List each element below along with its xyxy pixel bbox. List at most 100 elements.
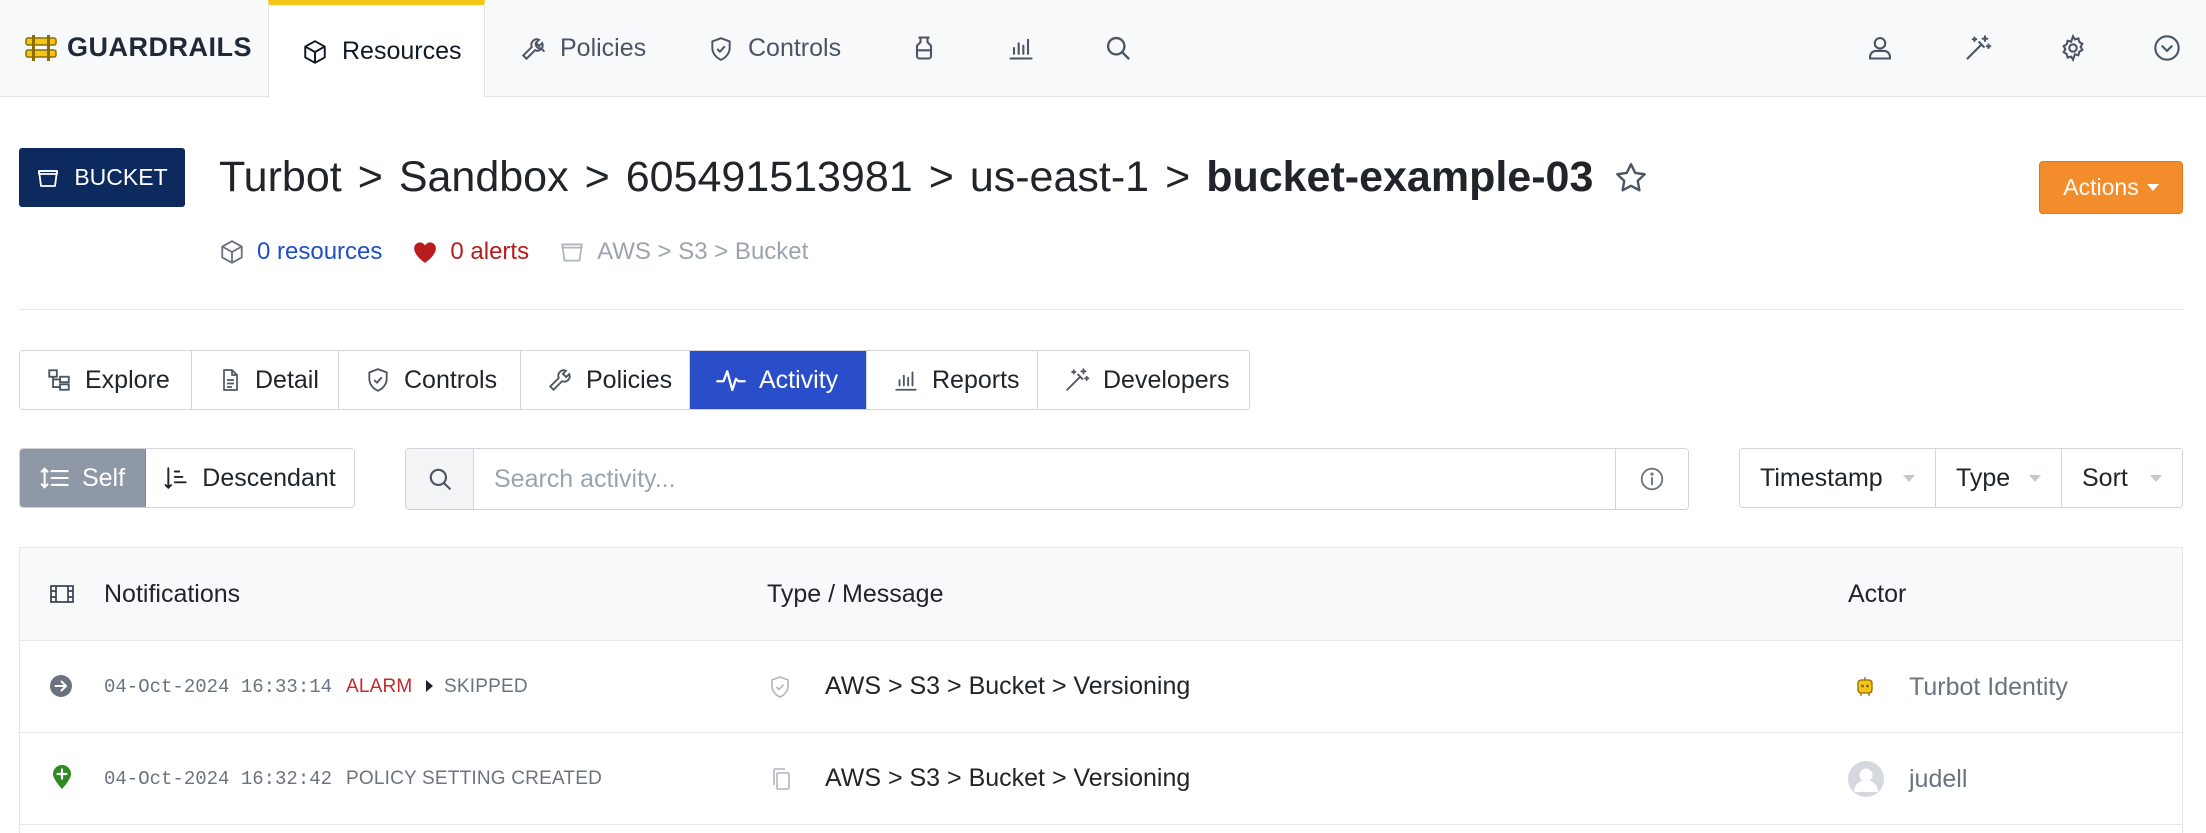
tab-label: Policies bbox=[586, 365, 673, 394]
bucket-icon bbox=[36, 166, 60, 190]
document-icon bbox=[218, 367, 242, 393]
control-state-skipped: SKIPPED bbox=[444, 676, 528, 697]
copy-icon bbox=[770, 766, 792, 792]
tab-controls[interactable]: Controls bbox=[339, 351, 521, 409]
resource-meta: 0 resources 0 alerts AWS > S3 > Bucket bbox=[219, 238, 838, 266]
resource-tabs: Explore Detail Controls Policies Activit… bbox=[19, 350, 1250, 410]
caret-down-icon bbox=[2029, 474, 2041, 482]
sort-dropdown[interactable]: Sort bbox=[2062, 449, 2182, 507]
event-type: POLICY SETTING CREATED bbox=[346, 768, 603, 789]
nav-tab-label: Controls bbox=[748, 34, 842, 62]
caret-down-icon bbox=[2146, 184, 2159, 191]
breadcrumb-item-sandbox[interactable]: Sandbox bbox=[399, 153, 569, 202]
shield-check-icon bbox=[365, 367, 391, 393]
breadcrumb-item-account[interactable]: 605491513981 bbox=[626, 153, 913, 202]
film-icon bbox=[49, 583, 75, 605]
chevron-down-circle-icon[interactable] bbox=[2153, 34, 2183, 64]
type-dropdown[interactable]: Type bbox=[1936, 449, 2062, 507]
tab-detail[interactable]: Detail bbox=[192, 351, 339, 409]
nav-tab-label: Policies bbox=[560, 34, 647, 62]
table-row[interactable]: 04-Oct-2024 16:33:14 ALARM SKIPPED AWS >… bbox=[20, 641, 2182, 733]
user-icon[interactable] bbox=[1866, 34, 1896, 64]
guardrails-logo[interactable]: GUARDRAILS bbox=[25, 32, 252, 63]
event-message[interactable]: AWS > S3 > Bucket > Versioning bbox=[825, 672, 1190, 701]
timestamp-dropdown[interactable]: Timestamp bbox=[1740, 449, 1936, 507]
table-row[interactable]: 04-Oct-2024 16:32:42 POLICY SETTING CREA… bbox=[20, 733, 2182, 825]
caret-down-icon bbox=[1903, 474, 1915, 482]
tab-developers[interactable]: Developers bbox=[1038, 351, 1249, 409]
tab-label: Controls bbox=[404, 365, 498, 394]
scope-self-button[interactable]: Self bbox=[20, 449, 146, 507]
timestamp-label: Timestamp bbox=[1760, 463, 1883, 492]
tab-reports[interactable]: Reports bbox=[867, 351, 1038, 409]
hierarchy-icon bbox=[46, 367, 72, 393]
search-addon bbox=[406, 449, 474, 509]
tab-activity[interactable]: Activity bbox=[690, 351, 867, 409]
resources-link[interactable]: 0 resources bbox=[219, 238, 382, 266]
actor-name[interactable]: judell bbox=[1909, 765, 1967, 794]
column-header-notifications[interactable]: Notifications bbox=[104, 580, 240, 609]
tab-explore[interactable]: Explore bbox=[20, 351, 192, 409]
scope-descendant-label: Descendant bbox=[202, 463, 336, 492]
alerts-link[interactable]: 0 alerts bbox=[412, 238, 529, 266]
event-message[interactable]: AWS > S3 > Bucket > Versioning bbox=[825, 764, 1190, 793]
magic-wand-icon[interactable] bbox=[1964, 34, 1994, 64]
header-divider bbox=[19, 309, 2183, 310]
column-header-type-message[interactable]: Type / Message bbox=[767, 580, 943, 609]
wrench-icon bbox=[520, 36, 546, 62]
breadcrumb-separator: > bbox=[357, 153, 383, 201]
tab-label: Reports bbox=[932, 365, 1020, 394]
scope-toggle: Self Descendant bbox=[19, 448, 355, 508]
breadcrumb-item-turbot[interactable]: Turbot bbox=[219, 153, 342, 202]
nav-tab-policies[interactable]: Policies bbox=[520, 0, 646, 97]
flask-icon[interactable] bbox=[910, 34, 940, 64]
user-avatar-icon bbox=[1848, 761, 1884, 797]
sort-label: Sort bbox=[2082, 463, 2128, 492]
bar-chart-icon bbox=[893, 367, 919, 393]
actor-name[interactable]: Turbot Identity bbox=[1909, 673, 2068, 702]
tab-label: Detail bbox=[255, 365, 319, 394]
breadcrumb-separator: > bbox=[584, 153, 610, 201]
activity-icon bbox=[716, 367, 746, 393]
actions-button[interactable]: Actions bbox=[2039, 161, 2183, 214]
resource-type-path-text: AWS > S3 > Bucket bbox=[597, 238, 809, 265]
event-timestamp[interactable]: 04-Oct-2024 16:33:14 bbox=[104, 676, 332, 698]
resource-type-path[interactable]: AWS > S3 > Bucket bbox=[559, 238, 808, 266]
tab-label: Developers bbox=[1103, 365, 1230, 394]
turbot-identity-icon bbox=[1855, 676, 1875, 698]
breadcrumb-separator: > bbox=[928, 153, 954, 201]
nav-tab-resources[interactable]: Resources bbox=[268, 0, 485, 98]
nav-tab-controls[interactable]: Controls bbox=[708, 0, 841, 97]
wrench-icon bbox=[547, 367, 573, 393]
brand-name: GUARDRAILS bbox=[67, 32, 252, 62]
bar-chart-icon[interactable] bbox=[1007, 34, 1037, 64]
control-state-alarm: ALARM bbox=[346, 676, 413, 697]
caret-down-icon bbox=[2150, 474, 2162, 482]
search-input[interactable] bbox=[474, 449, 1615, 509]
breadcrumb-item-region[interactable]: us-east-1 bbox=[970, 153, 1149, 202]
event-timestamp[interactable]: 04-Oct-2024 16:32:42 bbox=[104, 768, 332, 790]
star-icon[interactable] bbox=[1613, 160, 1649, 196]
magic-wand-icon bbox=[1064, 367, 1090, 393]
activity-search bbox=[405, 448, 1689, 510]
tab-label: Activity bbox=[759, 365, 839, 394]
table-header: Notifications Type / Message Actor bbox=[20, 548, 2182, 641]
search-icon[interactable] bbox=[1104, 34, 1134, 64]
activity-table: Notifications Type / Message Actor 04-Oc… bbox=[19, 547, 2183, 833]
page-title: bucket-example-03 bbox=[1206, 153, 1594, 201]
search-info-button[interactable] bbox=[1615, 449, 1688, 509]
gear-icon[interactable] bbox=[2059, 34, 2089, 64]
resource-type-badge: BUCKET bbox=[19, 148, 185, 207]
arrow-right-circle-icon bbox=[49, 674, 73, 698]
column-header-actor[interactable]: Actor bbox=[1848, 580, 1906, 609]
resource-type-label: BUCKET bbox=[74, 164, 168, 190]
tab-policies[interactable]: Policies bbox=[521, 351, 690, 409]
bucket-icon bbox=[559, 239, 585, 265]
cube-icon bbox=[219, 239, 245, 265]
type-label: Type bbox=[1956, 463, 2011, 492]
plus-marker-icon bbox=[51, 764, 73, 790]
heart-icon bbox=[412, 240, 438, 264]
actions-label: Actions bbox=[2063, 174, 2139, 200]
shield-check-icon bbox=[708, 36, 734, 62]
scope-descendant-button[interactable]: Descendant bbox=[146, 449, 354, 507]
